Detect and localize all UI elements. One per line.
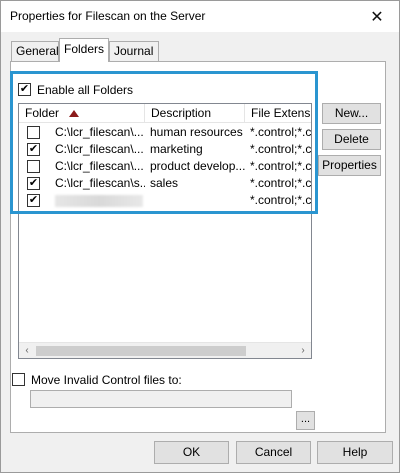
folder-path: C:\lcr_filescan\...	[55, 159, 144, 173]
table-row[interactable]: C:\lcr_filescan\... product develop... *…	[19, 158, 312, 175]
title-bar[interactable]: Properties for Filescan on the Server ✕	[1, 1, 399, 32]
folder-description: product develop...	[150, 159, 245, 173]
close-icon[interactable]: ✕	[355, 1, 399, 32]
folder-description: human resources	[150, 125, 243, 139]
list-header: Folder Description File Extension	[19, 104, 311, 123]
folder-path: C:\lcr_filescan\...	[55, 125, 144, 139]
cancel-button[interactable]: Cancel	[236, 441, 311, 464]
folder-list[interactable]: Folder Description File Extension C:\lcr…	[18, 103, 312, 359]
ok-button[interactable]: OK	[154, 441, 229, 464]
row-checkbox[interactable]: ✔	[27, 177, 40, 190]
dialog-title: Properties for Filescan on the Server	[10, 9, 206, 23]
enable-all-label: Enable all Folders	[37, 83, 134, 97]
table-row[interactable]: ✔ C:\lcr_filescan\... marketing *.contro…	[19, 141, 312, 158]
browse-button[interactable]: ...	[296, 411, 315, 430]
row-checkbox[interactable]	[27, 126, 40, 139]
scroll-right-icon[interactable]: ›	[295, 343, 311, 358]
horizontal-scrollbar[interactable]: ‹ ›	[19, 342, 311, 358]
folder-extensions: *.control;*.co	[250, 125, 312, 139]
folder-extensions: *.control;*.co	[250, 193, 312, 207]
move-invalid-path-field[interactable]	[30, 390, 292, 408]
row-checkbox[interactable]: ✔	[27, 143, 40, 156]
column-header-folder[interactable]: Folder	[19, 104, 145, 123]
tab-general[interactable]: General	[11, 41, 59, 61]
tab-folders[interactable]: Folders	[59, 38, 109, 62]
table-row[interactable]: C:\lcr_filescan\... human resources *.co…	[19, 124, 312, 141]
help-button[interactable]: Help	[317, 441, 393, 464]
folder-properties-button[interactable]: Properties	[318, 155, 381, 176]
folder-path: C:\lcr_filescan\s...	[55, 176, 145, 190]
scrollbar-thumb[interactable]	[36, 346, 246, 356]
move-invalid-label: Move Invalid Control files to:	[31, 373, 182, 387]
folder-extensions: *.control;*.co	[250, 159, 312, 173]
scroll-left-icon[interactable]: ‹	[19, 343, 35, 358]
sort-ascending-icon	[69, 110, 79, 117]
folder-extensions: *.control;*.co	[250, 142, 312, 156]
row-checkbox[interactable]	[27, 160, 40, 173]
folder-extensions: *.control;*.co	[250, 176, 312, 190]
table-row[interactable]: ✔ C:\lcr_filescan\s... sales *.control;*…	[19, 175, 312, 192]
folder-path: C:\lcr_filescan\...	[55, 142, 144, 156]
redacted-folder-path	[55, 195, 143, 207]
move-invalid-checkbox[interactable]	[12, 373, 25, 386]
folder-description: marketing	[150, 142, 203, 156]
delete-folder-button[interactable]: Delete	[322, 129, 381, 150]
column-header-file-extension[interactable]: File Extension	[245, 104, 311, 123]
row-checkbox[interactable]: ✔	[27, 194, 40, 207]
table-row[interactable]: ✔ *.control;*.co	[19, 192, 312, 209]
column-header-description[interactable]: Description	[145, 104, 245, 123]
new-folder-button[interactable]: New...	[322, 103, 381, 124]
tab-journal[interactable]: Journal	[109, 41, 159, 61]
properties-dialog: Properties for Filescan on the Server ✕ …	[0, 0, 400, 473]
enable-all-checkbox[interactable]: ✔	[18, 83, 31, 96]
folder-description: sales	[150, 176, 179, 190]
